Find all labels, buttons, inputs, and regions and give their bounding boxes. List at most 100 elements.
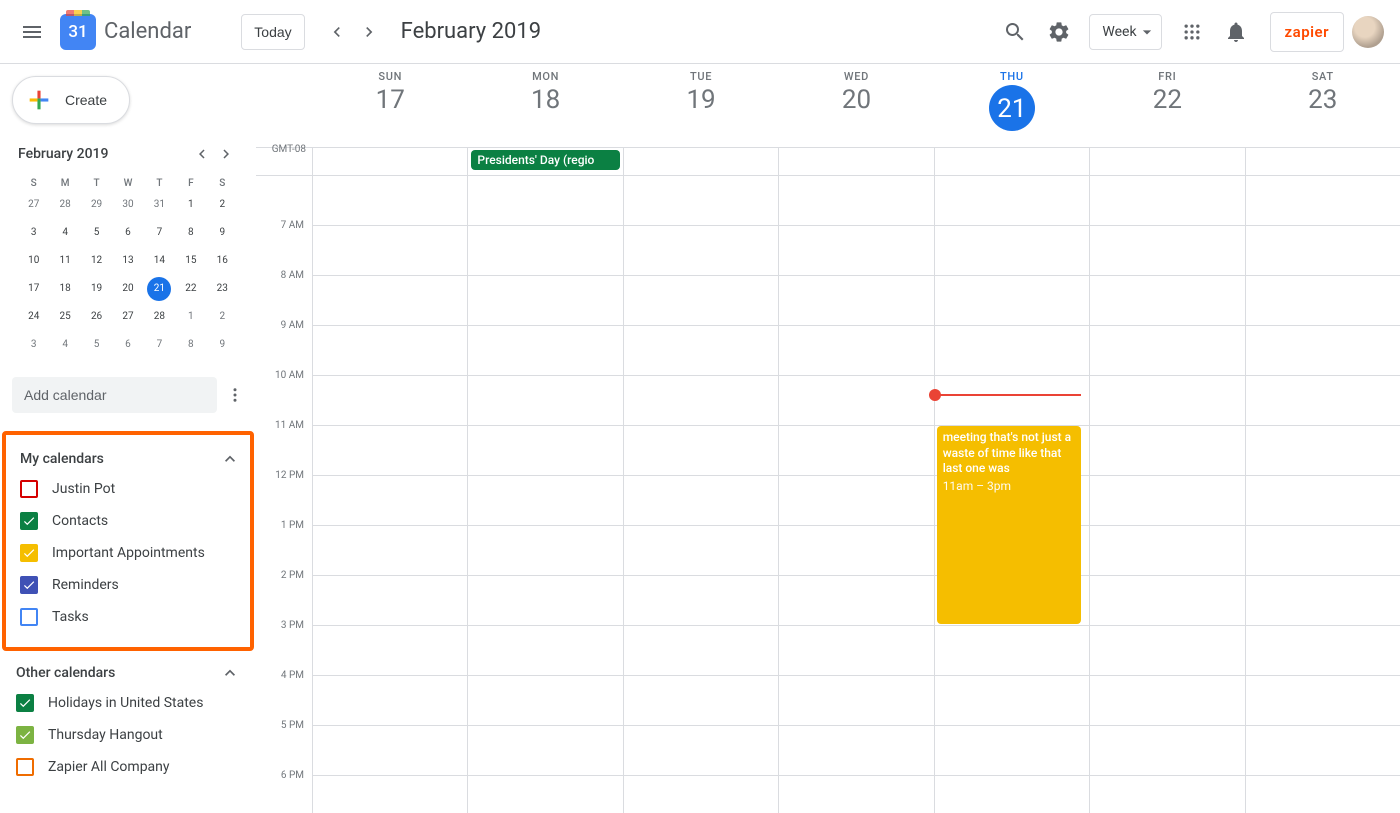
menu-icon[interactable] (8, 8, 56, 56)
mini-day[interactable]: 6 (112, 333, 143, 361)
day-header[interactable]: WED20 (778, 64, 933, 147)
mini-day[interactable]: 28 (49, 193, 80, 221)
today-button[interactable]: Today (241, 14, 304, 50)
mini-day[interactable]: 22 (175, 277, 206, 305)
calendar-checkbox[interactable] (16, 726, 34, 744)
mini-day[interactable]: 19 (81, 277, 112, 305)
mini-day[interactable]: 17 (18, 277, 49, 305)
allday-cell[interactable] (1245, 148, 1400, 175)
calendar-checkbox[interactable] (16, 694, 34, 712)
day-column[interactable] (623, 176, 778, 813)
mini-day[interactable]: 7 (144, 333, 175, 361)
day-column[interactable] (1089, 176, 1244, 813)
mini-day[interactable]: 27 (18, 193, 49, 221)
calendar-item[interactable]: Holidays in United States (16, 687, 240, 719)
mini-day[interactable]: 6 (112, 221, 143, 249)
mini-day[interactable]: 24 (18, 305, 49, 333)
allday-cell[interactable] (623, 148, 778, 175)
day-header[interactable]: FRI22 (1089, 64, 1244, 147)
calendar-item[interactable]: Thursday Hangout (16, 719, 240, 751)
mini-day[interactable]: 25 (49, 305, 80, 333)
next-week-icon[interactable] (353, 16, 385, 48)
mini-day[interactable]: 4 (49, 221, 80, 249)
more-icon[interactable] (225, 377, 244, 413)
apps-icon[interactable] (1172, 12, 1212, 52)
avatar[interactable] (1352, 16, 1384, 48)
notifications-icon[interactable] (1216, 12, 1256, 52)
my-calendars-header[interactable]: My calendars (20, 445, 240, 473)
mini-day[interactable]: 8 (175, 221, 206, 249)
zapier-button[interactable]: zapier (1270, 12, 1344, 52)
day-header[interactable]: TUE19 (623, 64, 778, 147)
allday-cell[interactable] (1089, 148, 1244, 175)
day-header[interactable]: MON18 (467, 64, 622, 147)
day-header[interactable]: SAT23 (1245, 64, 1400, 147)
mini-day[interactable]: 14 (144, 249, 175, 277)
mini-day[interactable]: 20 (112, 277, 143, 305)
mini-day[interactable]: 29 (81, 193, 112, 221)
calendar-checkbox[interactable] (16, 758, 34, 776)
mini-day[interactable]: 12 (81, 249, 112, 277)
mini-day[interactable]: 7 (144, 221, 175, 249)
mini-day[interactable]: 1 (175, 305, 206, 333)
mini-day[interactable]: 31 (144, 193, 175, 221)
mini-day[interactable]: 3 (18, 333, 49, 361)
calendar-event[interactable]: meeting that's not just a waste of time … (937, 426, 1081, 624)
mini-day[interactable]: 2 (207, 305, 238, 333)
day-header[interactable]: THU21 (934, 64, 1089, 147)
view-selector[interactable]: Week (1089, 14, 1161, 50)
mini-day[interactable]: 13 (112, 249, 143, 277)
day-header[interactable]: SUN17 (312, 64, 467, 147)
day-column[interactable] (778, 176, 933, 813)
calendar-item[interactable]: Tasks (20, 601, 240, 633)
allday-cell[interactable]: Presidents' Day (regio (467, 148, 622, 175)
mini-day[interactable]: 9 (207, 221, 238, 249)
add-calendar-input[interactable] (12, 377, 217, 413)
allday-cell[interactable] (312, 148, 467, 175)
mini-day[interactable]: 3 (18, 221, 49, 249)
allday-event[interactable]: Presidents' Day (regio (471, 150, 619, 170)
search-icon[interactable] (995, 12, 1035, 52)
calendar-checkbox[interactable] (20, 544, 38, 562)
hour-label: 9 AM (256, 320, 312, 370)
mini-day[interactable]: 8 (175, 333, 206, 361)
mini-day[interactable]: 15 (175, 249, 206, 277)
mini-day[interactable]: 9 (207, 333, 238, 361)
day-column[interactable] (312, 176, 467, 813)
calendar-item[interactable]: Zapier All Company (16, 751, 240, 783)
mini-day[interactable]: 11 (49, 249, 80, 277)
mini-day[interactable]: 5 (81, 333, 112, 361)
calendar-checkbox[interactable] (20, 608, 38, 626)
mini-day[interactable]: 5 (81, 221, 112, 249)
mini-day[interactable]: 16 (207, 249, 238, 277)
day-column[interactable]: meeting that's not just a waste of time … (934, 176, 1089, 813)
calendar-item[interactable]: Reminders (20, 569, 240, 601)
mini-day[interactable]: 21 (144, 277, 175, 305)
mini-prev-icon[interactable] (190, 142, 214, 166)
mini-next-icon[interactable] (214, 142, 238, 166)
create-button[interactable]: Create (12, 76, 130, 124)
mini-day[interactable]: 1 (175, 193, 206, 221)
allday-cell[interactable] (934, 148, 1089, 175)
other-calendars-header[interactable]: Other calendars (16, 659, 240, 687)
mini-day[interactable]: 28 (144, 305, 175, 333)
mini-day[interactable]: 10 (18, 249, 49, 277)
calendar-item[interactable]: Important Appointments (20, 537, 240, 569)
calendar-checkbox[interactable] (20, 512, 38, 530)
calendar-item[interactable]: Contacts (20, 505, 240, 537)
allday-cell[interactable] (778, 148, 933, 175)
mini-day[interactable]: 2 (207, 193, 238, 221)
mini-day[interactable]: 23 (207, 277, 238, 305)
mini-day[interactable]: 18 (49, 277, 80, 305)
mini-day[interactable]: 30 (112, 193, 143, 221)
mini-day[interactable]: 27 (112, 305, 143, 333)
calendar-item[interactable]: Justin Pot (20, 473, 240, 505)
mini-day[interactable]: 26 (81, 305, 112, 333)
day-column[interactable] (1245, 176, 1400, 813)
prev-week-icon[interactable] (321, 16, 353, 48)
mini-day[interactable]: 4 (49, 333, 80, 361)
calendar-checkbox[interactable] (20, 480, 38, 498)
calendar-checkbox[interactable] (20, 576, 38, 594)
day-column[interactable] (467, 176, 622, 813)
settings-icon[interactable] (1039, 12, 1079, 52)
